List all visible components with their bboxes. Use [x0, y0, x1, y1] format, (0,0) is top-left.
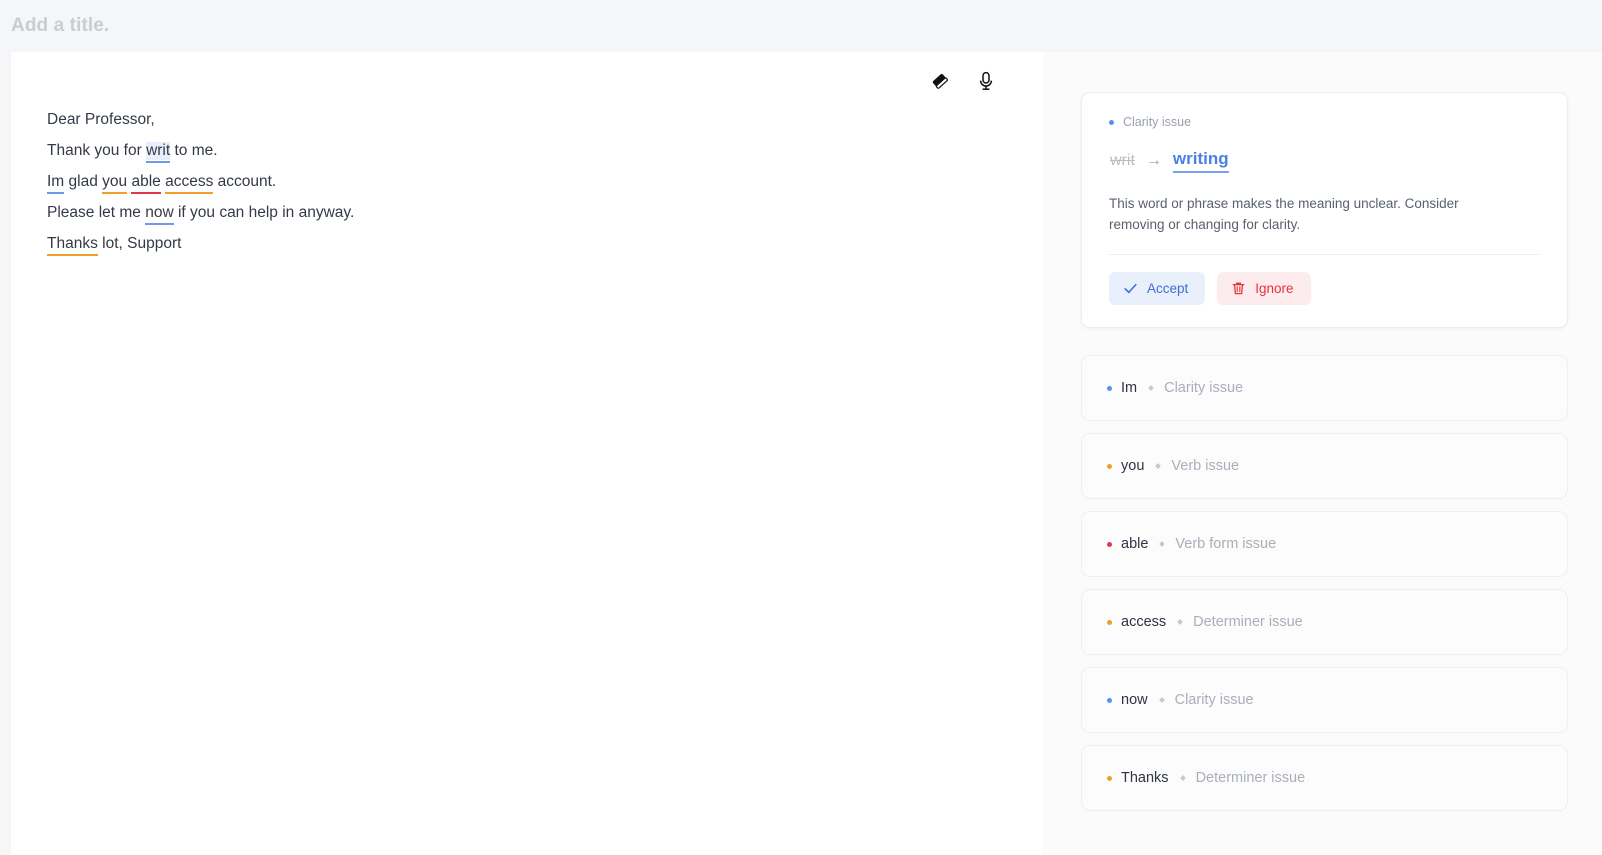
inline-issue-text: Thanks	[47, 235, 98, 252]
accept-label: Accept	[1147, 281, 1189, 296]
document-text-area[interactable]: Dear Professor, Thank you for writ to me.…	[47, 104, 1003, 259]
document-line: Thank you for writ to me.	[47, 135, 1003, 166]
inline-issue-text: able	[131, 173, 161, 190]
suggestion-type-label: Clarity issue	[1123, 115, 1192, 129]
suggestion-word: able	[1121, 536, 1149, 552]
suggestion-type-label: Determiner issue	[1193, 614, 1303, 630]
inline-issue-thanks[interactable]: Thanks	[47, 235, 98, 253]
suggestions-list: Clarity issue writ → writing This word o…	[1081, 92, 1568, 823]
document-title-input[interactable]: Add a title.	[11, 15, 109, 37]
inline-issue-text: you	[102, 173, 128, 190]
severity-dot-icon	[1107, 463, 1112, 469]
replacement-row: writ → writing	[1109, 149, 1540, 173]
severity-dot-icon	[1107, 541, 1112, 547]
document-text: glad	[64, 173, 103, 190]
suggestion-card-collapsed[interactable]: now Clarity issue	[1081, 667, 1568, 733]
inline-issue-text: Im	[47, 173, 65, 190]
editor-toolbar	[927, 68, 999, 94]
document-line: Please let me now if you can help in any…	[47, 197, 1003, 228]
suggestion-description: This word or phrase makes the meaning un…	[1109, 196, 1459, 232]
suggestion-type-label: Verb form issue	[1175, 536, 1277, 552]
microphone-icon[interactable]	[973, 68, 999, 94]
diamond-separator-icon	[1148, 385, 1154, 391]
accept-button[interactable]: Accept	[1109, 272, 1206, 305]
document-text: Thank you for	[47, 142, 147, 159]
suggestion-card-collapsed[interactable]: you Verb issue	[1081, 433, 1568, 499]
diamond-separator-icon	[1155, 463, 1162, 469]
editor-panel: Dear Professor, Thank you for writ to me.…	[11, 52, 1043, 855]
diamond-separator-icon	[1158, 697, 1165, 703]
suggestion-type-label: Clarity issue	[1174, 692, 1254, 708]
suggestion-word: you	[1121, 458, 1145, 474]
ignore-label: Ignore	[1255, 281, 1294, 296]
document-text: Dear Professor,	[47, 111, 155, 128]
inline-issue-now[interactable]: now	[145, 204, 173, 222]
suggestion-card-collapsed[interactable]: Im Clarity issue	[1081, 355, 1568, 421]
eraser-icon[interactable]	[927, 68, 953, 94]
card-divider	[1109, 254, 1540, 255]
suggestion-word: Im	[1121, 380, 1138, 396]
card-actions: Accept Ignore	[1109, 272, 1540, 305]
suggestion-card-collapsed[interactable]: able Verb form issue	[1081, 511, 1568, 577]
suggestion-word: now	[1121, 692, 1148, 708]
document-text: if you can help in anyway.	[173, 204, 355, 221]
trash-icon	[1231, 281, 1246, 296]
inline-issue-text: access	[165, 173, 214, 190]
document-line: Thanks lot, Support	[47, 228, 1003, 259]
inline-issue-text: writ	[146, 142, 171, 159]
suggestion-card-collapsed[interactable]: Thanks Determiner issue	[1081, 745, 1568, 811]
suggestion-type-label: Determiner issue	[1195, 770, 1306, 786]
severity-dot-icon	[1107, 697, 1112, 703]
severity-dot-icon	[1107, 385, 1112, 391]
suggestion-type-label: Verb issue	[1171, 458, 1240, 474]
inline-issue-text: now	[145, 204, 174, 221]
suggestion-card-expanded[interactable]: Clarity issue writ → writing This word o…	[1081, 92, 1568, 328]
severity-dot-icon	[1107, 619, 1112, 625]
arrow-right-icon: →	[1145, 152, 1162, 169]
document-text: Please let me	[47, 204, 146, 221]
check-icon	[1123, 281, 1138, 296]
severity-dot-icon	[1109, 119, 1114, 125]
diamond-separator-icon	[1179, 775, 1186, 781]
suggestion-type-label: Clarity issue	[1164, 380, 1244, 396]
suggestion-word: Thanks	[1121, 770, 1169, 786]
title-bar: Add a title.	[0, 0, 1602, 52]
document-text: lot, Support	[97, 235, 182, 252]
inline-issue-access[interactable]: access	[165, 173, 213, 191]
suggested-word[interactable]: writing	[1172, 149, 1229, 173]
document-line: Im glad you able access account.	[47, 166, 1003, 197]
suggestion-word: access	[1121, 614, 1167, 630]
suggestion-type-row: Clarity issue	[1109, 115, 1540, 129]
inline-issue-able[interactable]: able	[131, 173, 160, 191]
inline-issue-you[interactable]: you	[102, 173, 127, 191]
document-text: to me.	[170, 142, 218, 159]
original-word: writ	[1110, 152, 1135, 169]
suggestions-panel: Clarity issue writ → writing This word o…	[1043, 52, 1602, 855]
document-line: Dear Professor,	[47, 104, 1003, 135]
severity-dot-icon	[1107, 775, 1112, 781]
diamond-separator-icon	[1159, 541, 1166, 547]
diamond-separator-icon	[1177, 619, 1183, 625]
ignore-button[interactable]: Ignore	[1217, 272, 1311, 305]
document-text: account.	[213, 173, 277, 190]
inline-issue-im[interactable]: Im	[47, 173, 64, 191]
suggestion-card-collapsed[interactable]: access Determiner issue	[1081, 589, 1568, 655]
collapsed-suggestions: Im Clarity issue you Verb issue able Verb for…	[1081, 355, 1568, 811]
inline-issue-writ[interactable]: writ	[146, 142, 171, 160]
